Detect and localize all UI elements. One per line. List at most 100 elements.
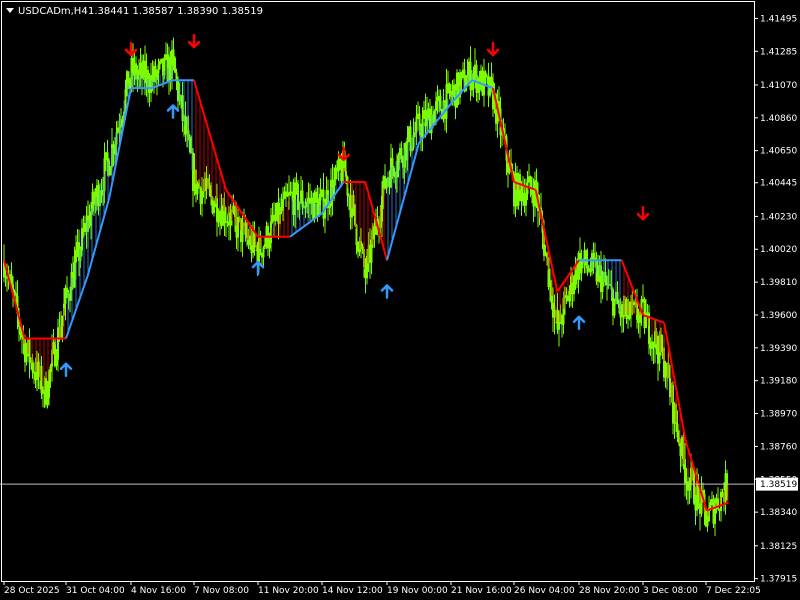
candle-body bbox=[597, 265, 599, 282]
candle-body bbox=[129, 79, 131, 89]
time-axis-label: 11 Nov 20:00 bbox=[258, 586, 319, 596]
candle-body bbox=[264, 243, 266, 248]
candle-body bbox=[274, 219, 277, 221]
price-axis-label: 1.41285 bbox=[760, 47, 797, 57]
candle-body bbox=[213, 206, 215, 214]
candle-body bbox=[172, 49, 175, 58]
candle-body bbox=[709, 502, 712, 508]
candle-body bbox=[393, 168, 395, 177]
time-axis-label: 21 Nov 16:00 bbox=[451, 586, 512, 596]
candle-body bbox=[46, 397, 49, 405]
candle-body bbox=[676, 423, 679, 438]
price-axis-label: 1.37915 bbox=[760, 575, 797, 585]
candle-body bbox=[721, 492, 724, 496]
price-chart[interactable]: 1.41495 1.41285 1.41070 1.40860 1.40650 1.404… bbox=[0, 0, 800, 600]
candle-body bbox=[319, 193, 322, 201]
candle-body bbox=[415, 116, 418, 133]
price-axis-label: 1.38970 bbox=[760, 410, 797, 420]
candle-body bbox=[262, 247, 265, 258]
candle-body bbox=[484, 71, 487, 77]
time-axis-label: 7 Dec 22:05 bbox=[706, 586, 761, 596]
candle-body bbox=[345, 171, 347, 177]
candle-body bbox=[157, 64, 160, 74]
candle-body bbox=[189, 137, 191, 153]
time-axis-label: 28 Nov 20:00 bbox=[579, 586, 640, 596]
candle-body bbox=[601, 276, 604, 292]
candle-body bbox=[589, 270, 592, 272]
candle-body bbox=[412, 134, 415, 148]
time-axis-label: 28 Oct 2025 bbox=[4, 586, 60, 596]
candle-body bbox=[286, 195, 289, 197]
candle-body bbox=[568, 291, 571, 302]
candle-body bbox=[291, 191, 293, 194]
price-axis-label: 1.39810 bbox=[760, 278, 797, 288]
candle-body bbox=[436, 96, 439, 102]
time-axis-label: 26 Nov 04:00 bbox=[514, 586, 575, 596]
price-axis-label: 1.38340 bbox=[760, 508, 797, 518]
candle-body bbox=[244, 222, 247, 235]
candle-body bbox=[304, 205, 307, 208]
chart-header: USDCADm,H4 1.38441 1.38587 1.38390 1.385… bbox=[6, 6, 263, 17]
candle-body bbox=[109, 167, 112, 176]
candle-body bbox=[73, 262, 76, 288]
candle-body bbox=[217, 221, 220, 223]
price-axis-label: 1.38125 bbox=[760, 542, 797, 552]
candle-body bbox=[573, 284, 575, 295]
candle-body bbox=[385, 179, 388, 189]
symbol-timeframe: USDCADm,H4 bbox=[18, 6, 88, 17]
time-axis-label: 19 Nov 00:00 bbox=[387, 586, 448, 596]
candle-body bbox=[15, 293, 17, 296]
candle-body bbox=[445, 84, 448, 119]
candle-body bbox=[106, 152, 109, 161]
candle-body bbox=[616, 291, 619, 305]
candle-body bbox=[49, 366, 52, 373]
price-axis-label: 1.40860 bbox=[760, 114, 797, 124]
candle-body bbox=[288, 192, 290, 196]
candle-body bbox=[553, 310, 556, 318]
candle-body bbox=[328, 206, 331, 208]
time-axis-label: 14 Nov 12:00 bbox=[322, 586, 383, 596]
candle-body bbox=[706, 520, 709, 527]
candle-body bbox=[301, 190, 304, 208]
candle-body bbox=[138, 69, 140, 76]
candle-body bbox=[136, 75, 139, 80]
candle-body bbox=[40, 365, 43, 394]
candle-body bbox=[592, 253, 595, 258]
time-axis-label: 4 Nov 16:00 bbox=[131, 586, 186, 596]
price-axis-label: 1.39180 bbox=[760, 377, 797, 387]
candle-body bbox=[585, 250, 587, 266]
price-axis-label: 1.39390 bbox=[760, 344, 797, 354]
candle-body bbox=[25, 350, 28, 363]
candle-body bbox=[397, 155, 400, 171]
candle-body bbox=[61, 315, 64, 327]
current-price-label-text: 1.38519 bbox=[760, 480, 797, 490]
price-axis-label: 1.39600 bbox=[760, 311, 797, 321]
candle-body bbox=[201, 190, 203, 205]
price-axis-label: 1.40650 bbox=[760, 147, 797, 157]
chart-background bbox=[0, 0, 800, 600]
candle-body bbox=[531, 189, 533, 195]
candle-body bbox=[664, 376, 667, 378]
price-axis-label: 1.40230 bbox=[760, 212, 797, 222]
candle-body bbox=[391, 157, 394, 169]
candle-body bbox=[174, 57, 176, 73]
candle-body bbox=[28, 339, 31, 363]
candle-body bbox=[448, 83, 451, 94]
candle-body bbox=[229, 212, 232, 226]
candle-body bbox=[175, 72, 178, 81]
candle-body bbox=[604, 271, 607, 283]
candle-body bbox=[714, 508, 716, 524]
price-axis-label: 1.38760 bbox=[760, 442, 797, 452]
candle-body bbox=[460, 72, 463, 80]
candle-body bbox=[409, 126, 412, 152]
candle-body bbox=[435, 101, 437, 112]
candle-body bbox=[21, 334, 23, 338]
candle-body bbox=[13, 291, 16, 294]
candle-body bbox=[613, 298, 616, 316]
candle-body bbox=[490, 76, 493, 82]
candle-body bbox=[237, 217, 239, 238]
candle-body bbox=[628, 313, 631, 319]
price-axis-label: 1.41495 bbox=[760, 14, 797, 24]
price-axis-label: 1.41070 bbox=[760, 81, 797, 91]
time-axis-label: 31 Oct 04:00 bbox=[66, 586, 125, 596]
